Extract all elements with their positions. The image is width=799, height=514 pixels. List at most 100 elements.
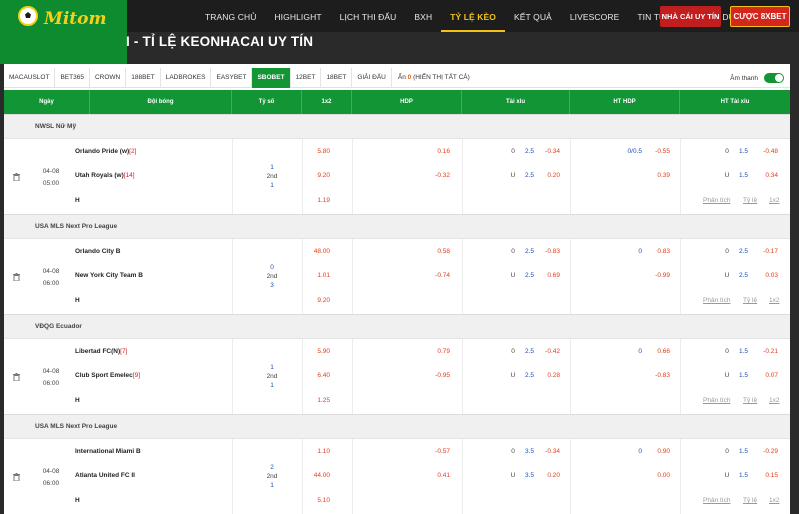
odds-hdp-home[interactable]: 0.16 bbox=[424, 148, 450, 155]
analysis-link[interactable]: Phân tích bbox=[703, 197, 730, 204]
analysis-link[interactable]: Phân tích bbox=[703, 397, 730, 404]
tab-easybet[interactable]: EASYBET bbox=[211, 68, 253, 88]
trash-icon[interactable] bbox=[13, 273, 20, 281]
ht-ou-over-odds[interactable]: -0.21 bbox=[752, 348, 778, 355]
ou-under-odds[interactable]: 0.69 bbox=[536, 272, 560, 279]
trash-icon[interactable] bbox=[13, 473, 20, 481]
ht-ou-over-odds[interactable]: -0.48 bbox=[752, 148, 778, 155]
odds-hdp-home[interactable]: 0.79 bbox=[424, 348, 450, 355]
ht-hdp-away-odds[interactable]: -0.83 bbox=[646, 372, 670, 379]
match-datetime: 04-08 06:00 bbox=[40, 466, 62, 490]
odds-1x2-away[interactable]: 6.40 bbox=[308, 372, 330, 379]
analysis-link[interactable]: Phân tích bbox=[703, 497, 730, 504]
nav-item-trang-chu[interactable]: TRANG CHỦ bbox=[196, 0, 265, 32]
ht-hdp-home-odds[interactable]: -0.55 bbox=[646, 148, 670, 155]
odds-hdp-away[interactable]: -0.32 bbox=[424, 172, 450, 179]
odds-1x2-draw[interactable]: 1.19 bbox=[308, 197, 330, 204]
home-rank: [2] bbox=[129, 148, 137, 155]
league-row[interactable]: VĐQG Ecuador bbox=[4, 314, 790, 338]
ht-ou-line: 1.5 bbox=[738, 148, 748, 155]
odds-1x2-draw[interactable]: 9.20 bbox=[308, 297, 330, 304]
ht-ou-over-odds[interactable]: -0.17 bbox=[752, 248, 778, 255]
odds-hdp-away[interactable]: -0.74 bbox=[424, 272, 450, 279]
ht-ou-under-odds[interactable]: 0.34 bbox=[752, 172, 778, 179]
ht-hdp-home-odds[interactable]: 0.66 bbox=[646, 348, 670, 355]
odds-1x2-draw[interactable]: 1.25 bbox=[308, 397, 330, 404]
nav-item-bxh[interactable]: BXH bbox=[405, 0, 441, 32]
home-team[interactable]: Libertad FC(N)[7] bbox=[75, 348, 127, 355]
odds-1x2-away[interactable]: 1.01 bbox=[308, 272, 330, 279]
ou-under-odds[interactable]: 0.20 bbox=[536, 472, 560, 479]
hidden-matches-filter[interactable]: Ẩn 0 (HIỂN THỊ TẤT CẢ) bbox=[392, 68, 476, 88]
nav-item-highlight[interactable]: HIGHLIGHT bbox=[265, 0, 330, 32]
odds-link[interactable]: Tỷ lệ bbox=[743, 197, 757, 204]
tab-giai-dau[interactable]: GIẢI ĐẤU bbox=[352, 68, 392, 88]
trash-icon[interactable] bbox=[13, 373, 20, 381]
home-team[interactable]: Orlando Pride (w)[2] bbox=[75, 148, 136, 155]
away-team[interactable]: New York City Team B bbox=[75, 272, 143, 279]
tab-sbobet[interactable]: SBOBET bbox=[252, 68, 291, 88]
odds-1x2-home[interactable]: 48.00 bbox=[308, 248, 330, 255]
odds-hdp-away[interactable]: -0.95 bbox=[424, 372, 450, 379]
draw-label: H bbox=[75, 197, 80, 204]
ht-hdp-home-odds[interactable]: 0.90 bbox=[646, 448, 670, 455]
tab-18bet[interactable]: 18BET bbox=[321, 68, 353, 88]
home-team[interactable]: Orlando City B bbox=[75, 248, 121, 255]
ht-hdp-home-odds[interactable]: 0.83 bbox=[646, 248, 670, 255]
1x2-link[interactable]: 1x2 bbox=[769, 497, 779, 504]
odds-1x2-home[interactable]: 5.90 bbox=[308, 348, 330, 355]
league-row[interactable]: NWSL Nữ Mỹ bbox=[4, 114, 790, 138]
tab-macauslot[interactable]: MACAUSLOT bbox=[4, 68, 56, 88]
odds-1x2-home[interactable]: 5.80 bbox=[308, 148, 330, 155]
show-all-link[interactable]: (HIỂN THỊ TẤT CẢ) bbox=[413, 74, 470, 81]
ou-under-odds[interactable]: 0.28 bbox=[536, 372, 560, 379]
odds-hdp-away[interactable]: 0.41 bbox=[424, 472, 450, 479]
ht-ou-under-odds[interactable]: 0.07 bbox=[752, 372, 778, 379]
cuoc-8xbet-button[interactable]: CƯỢC 8XBET bbox=[730, 6, 790, 27]
tab-crown[interactable]: CROWN bbox=[90, 68, 127, 88]
ht-ou-under-odds[interactable]: 0.03 bbox=[752, 272, 778, 279]
tab-ladbrokes[interactable]: LADBROKES bbox=[161, 68, 212, 88]
nav-item-livescore[interactable]: LIVESCORE bbox=[561, 0, 629, 32]
odds-hdp-home[interactable]: 0.58 bbox=[424, 248, 450, 255]
ou-over-odds[interactable]: -0.42 bbox=[536, 348, 560, 355]
ou-over-odds[interactable]: -0.34 bbox=[536, 148, 560, 155]
1x2-link[interactable]: 1x2 bbox=[769, 397, 779, 404]
away-team[interactable]: Club Sport Emelec[9] bbox=[75, 372, 140, 379]
odds-hdp-home[interactable]: -0.57 bbox=[424, 448, 450, 455]
ou-under-odds[interactable]: 0.20 bbox=[536, 172, 560, 179]
league-row[interactable]: USA MLS Next Pro League bbox=[4, 414, 790, 438]
ht-ou-over-odds[interactable]: -0.29 bbox=[752, 448, 778, 455]
away-team[interactable]: Utah Royals (w)[14] bbox=[75, 172, 135, 179]
nav-item-ty-le-keo[interactable]: TỶ LỆ KÈO bbox=[441, 0, 505, 32]
site-logo[interactable]: Mitom bbox=[0, 0, 127, 64]
away-team[interactable]: Atlanta United FC II bbox=[75, 472, 135, 479]
ou-over-odds[interactable]: -0.83 bbox=[536, 248, 560, 255]
league-row[interactable]: USA MLS Next Pro League bbox=[4, 214, 790, 238]
odds-link[interactable]: Tỷ lệ bbox=[743, 297, 757, 304]
home-team[interactable]: International Miami B bbox=[75, 448, 141, 455]
odds-1x2-home[interactable]: 1.10 bbox=[308, 448, 330, 455]
analysis-link[interactable]: Phân tích bbox=[703, 297, 730, 304]
ht-hdp-away-odds[interactable]: 0.00 bbox=[646, 472, 670, 479]
nav-item-ket-qua[interactable]: KẾT QUẢ bbox=[505, 0, 561, 32]
1x2-link[interactable]: 1x2 bbox=[769, 297, 779, 304]
odds-link[interactable]: Tỷ lệ bbox=[743, 497, 757, 504]
ou-over-odds[interactable]: -0.34 bbox=[536, 448, 560, 455]
match-time: 05:00 bbox=[42, 180, 60, 187]
odds-1x2-draw[interactable]: 5.10 bbox=[308, 497, 330, 504]
ht-hdp-away-odds[interactable]: 0.39 bbox=[646, 172, 670, 179]
1x2-link[interactable]: 1x2 bbox=[769, 197, 779, 204]
ht-hdp-away-odds[interactable]: -0.99 bbox=[646, 272, 670, 279]
tab-188bet[interactable]: 188BET bbox=[126, 68, 161, 88]
trash-icon[interactable] bbox=[13, 173, 20, 181]
ht-ou-under-odds[interactable]: 0.15 bbox=[752, 472, 778, 479]
sound-toggle[interactable] bbox=[764, 73, 784, 83]
odds-1x2-away[interactable]: 9.20 bbox=[308, 172, 330, 179]
tab-12bet[interactable]: 12BET bbox=[291, 68, 322, 88]
tab-bet365[interactable]: BET365 bbox=[55, 68, 90, 88]
odds-1x2-away[interactable]: 44.00 bbox=[308, 472, 330, 479]
nha-cai-uy-tin-button[interactable]: NHÀ CÁI UY TÍN bbox=[660, 6, 721, 27]
nav-item-lich-thi-dau[interactable]: LỊCH THI ĐẤU bbox=[331, 0, 406, 32]
odds-link[interactable]: Tỷ lệ bbox=[743, 397, 757, 404]
